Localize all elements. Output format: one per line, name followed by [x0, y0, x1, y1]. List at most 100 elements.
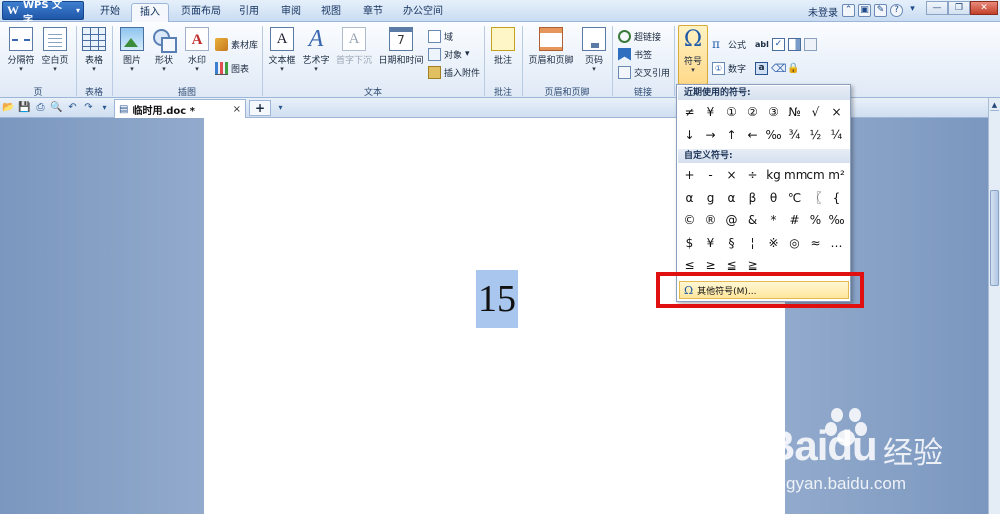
cross-reference-button[interactable]: 交叉引用 — [618, 64, 670, 80]
formula-button[interactable]: π 公式 — [712, 36, 746, 52]
tab-review[interactable]: 审阅 — [274, 3, 308, 22]
symbol-cell[interactable]: θ — [763, 187, 784, 210]
symbol-cell[interactable]: β — [742, 187, 763, 210]
symbol-cell[interactable]: m² — [826, 164, 847, 187]
symbol-cell[interactable]: … — [826, 232, 847, 255]
tab-chapter[interactable]: 章节 — [356, 3, 390, 22]
table-button[interactable]: 表格 ▾ — [80, 25, 108, 81]
symbol-cell[interactable]: ≈ — [805, 232, 826, 255]
symbol-cell[interactable]: √ — [805, 101, 826, 124]
page-number-button[interactable]: 页码 ▾ — [580, 25, 608, 81]
scrollbar-thumb[interactable] — [990, 190, 999, 286]
number-button[interactable]: ① 数字 — [712, 60, 746, 76]
textbox-button[interactable]: A 文本框 ▾ — [266, 25, 298, 81]
symbol-cell[interactable]: © — [679, 209, 700, 232]
symbol-cell[interactable]: 〖 — [805, 187, 826, 210]
symbol-cell[interactable]: ‰ — [826, 209, 847, 232]
help-icon[interactable]: ? — [890, 4, 903, 17]
symbol-cell[interactable]: kg — [763, 164, 784, 187]
print-icon[interactable]: ⎙ — [34, 101, 47, 114]
drop-cap-button[interactable]: A 首字下沉 — [334, 25, 374, 81]
symbol-cell[interactable]: ¾ — [784, 124, 805, 147]
symbol-cell[interactable]: mm — [784, 164, 807, 187]
tab-references[interactable]: 引用 — [232, 3, 266, 22]
close-icon[interactable]: × — [233, 104, 241, 115]
tab-list-icon[interactable]: ▾ — [274, 101, 287, 114]
symbol-cell[interactable]: ← — [742, 124, 763, 147]
symbol-cell[interactable]: % — [805, 209, 826, 232]
symbol-cell[interactable]: ÷ — [742, 164, 763, 187]
scroll-up-icon[interactable]: ▲ — [990, 100, 999, 110]
document-tab[interactable]: ▤ 临时用.doc * × — [114, 99, 246, 118]
picture-button[interactable]: 图片 ▾ — [118, 25, 146, 81]
chart-button[interactable]: 图表 — [215, 60, 249, 76]
open-folder-icon[interactable]: 📂 — [2, 101, 15, 114]
symbol-cell[interactable]: ◎ — [784, 232, 805, 255]
undo-icon[interactable]: ↶ — [66, 101, 79, 114]
hyperlink-button[interactable]: 超链接 — [618, 28, 661, 44]
symbol-cell[interactable]: { — [826, 187, 847, 210]
wordart-button[interactable]: A 艺术字 ▾ — [300, 25, 332, 81]
selected-text[interactable]: 15 — [476, 270, 518, 328]
object-button[interactable]: 对象 ▾ — [428, 46, 470, 62]
eraser-icon[interactable]: ⌫ — [771, 62, 787, 75]
material-library-button[interactable]: 素材库 — [215, 36, 258, 52]
symbol-cell[interactable]: & — [742, 209, 763, 232]
collapse-ribbon-icon[interactable]: ⌃ — [842, 4, 855, 17]
symbol-cell[interactable]: ② — [742, 101, 763, 124]
tab-office-space[interactable]: 办公空间 — [398, 3, 448, 22]
symbol-cell[interactable]: ¼ — [826, 124, 847, 147]
lock-icon[interactable]: 🔒 — [787, 62, 800, 75]
print-preview-icon[interactable]: 🔍 — [50, 101, 63, 114]
symbol-cell[interactable]: # — [784, 209, 805, 232]
vertical-scrollbar[interactable]: ▲ — [988, 98, 1000, 514]
new-tab-button[interactable]: + — [249, 100, 271, 116]
symbol-cell[interactable]: ‰ — [763, 124, 784, 147]
symbol-cell[interactable]: ③ — [763, 101, 784, 124]
field-button[interactable]: 域 — [428, 28, 453, 44]
symbol-cell[interactable]: ½ — [805, 124, 826, 147]
minimize-button[interactable]: — — [926, 1, 948, 15]
symbol-button[interactable]: Ω 符号 ▾ — [678, 25, 708, 85]
watermark-button[interactable]: A 水印 ▾ — [183, 25, 211, 81]
comment-button[interactable]: 批注 — [488, 25, 518, 81]
ruler-toggle-icon[interactable] — [990, 110, 999, 118]
symbol-cell[interactable]: + — [679, 164, 700, 187]
bookmark-button[interactable]: 书签 — [618, 46, 652, 62]
symbol-cell[interactable]: ≠ — [679, 101, 700, 124]
customize-toolbar-icon[interactable]: ▾ — [98, 101, 111, 114]
skin-icon[interactable]: ▣ — [858, 4, 871, 17]
symbol-cell[interactable]: ↑ — [721, 124, 742, 147]
symbol-cell[interactable]: $ — [679, 232, 700, 255]
symbol-cell[interactable]: @ — [721, 209, 742, 232]
symbol-cell[interactable]: g — [700, 187, 721, 210]
symbol-cell[interactable]: * — [763, 209, 784, 232]
save-icon[interactable]: 💾 — [18, 101, 31, 114]
symbol-cell[interactable]: → — [700, 124, 721, 147]
tab-view[interactable]: 视图 — [314, 3, 348, 22]
close-button[interactable]: ✕ — [970, 1, 998, 15]
symbol-cell[interactable]: ¦ — [742, 232, 763, 255]
symbol-cell[interactable]: α — [721, 187, 742, 210]
share-icon[interactable]: ✎ — [874, 4, 887, 17]
tab-insert[interactable]: 插入 — [131, 3, 169, 22]
symbol-cell[interactable]: - — [700, 164, 721, 187]
restore-button[interactable]: ❐ — [948, 1, 970, 15]
symbol-cell[interactable]: × — [721, 164, 742, 187]
header-footer-button[interactable]: 页眉和页脚 — [526, 25, 576, 81]
redo-icon[interactable]: ↷ — [82, 101, 95, 114]
symbol-cell[interactable]: cm — [805, 164, 826, 187]
symbol-cell[interactable]: ① — [721, 101, 742, 124]
tab-page-layout[interactable]: 页面布局 — [174, 3, 228, 22]
symbol-cell[interactable]: ↓ — [679, 124, 700, 147]
login-status[interactable]: 未登录 — [808, 4, 838, 19]
symbol-cell[interactable]: ® — [700, 209, 721, 232]
tab-home[interactable]: 开始 — [92, 3, 128, 22]
symbol-cell[interactable]: § — [721, 232, 742, 255]
symbol-cell[interactable]: ℃ — [784, 187, 805, 210]
app-menu-button[interactable]: W WPS 文字 ▾ — [2, 0, 84, 26]
form-field-button[interactable]: abl ✓ — [755, 36, 817, 52]
symbol-cell[interactable]: ¥ — [700, 232, 721, 255]
shape-button[interactable]: 形状 ▾ — [150, 25, 178, 81]
blank-page-button[interactable]: 空白页 ▾ — [38, 25, 72, 81]
